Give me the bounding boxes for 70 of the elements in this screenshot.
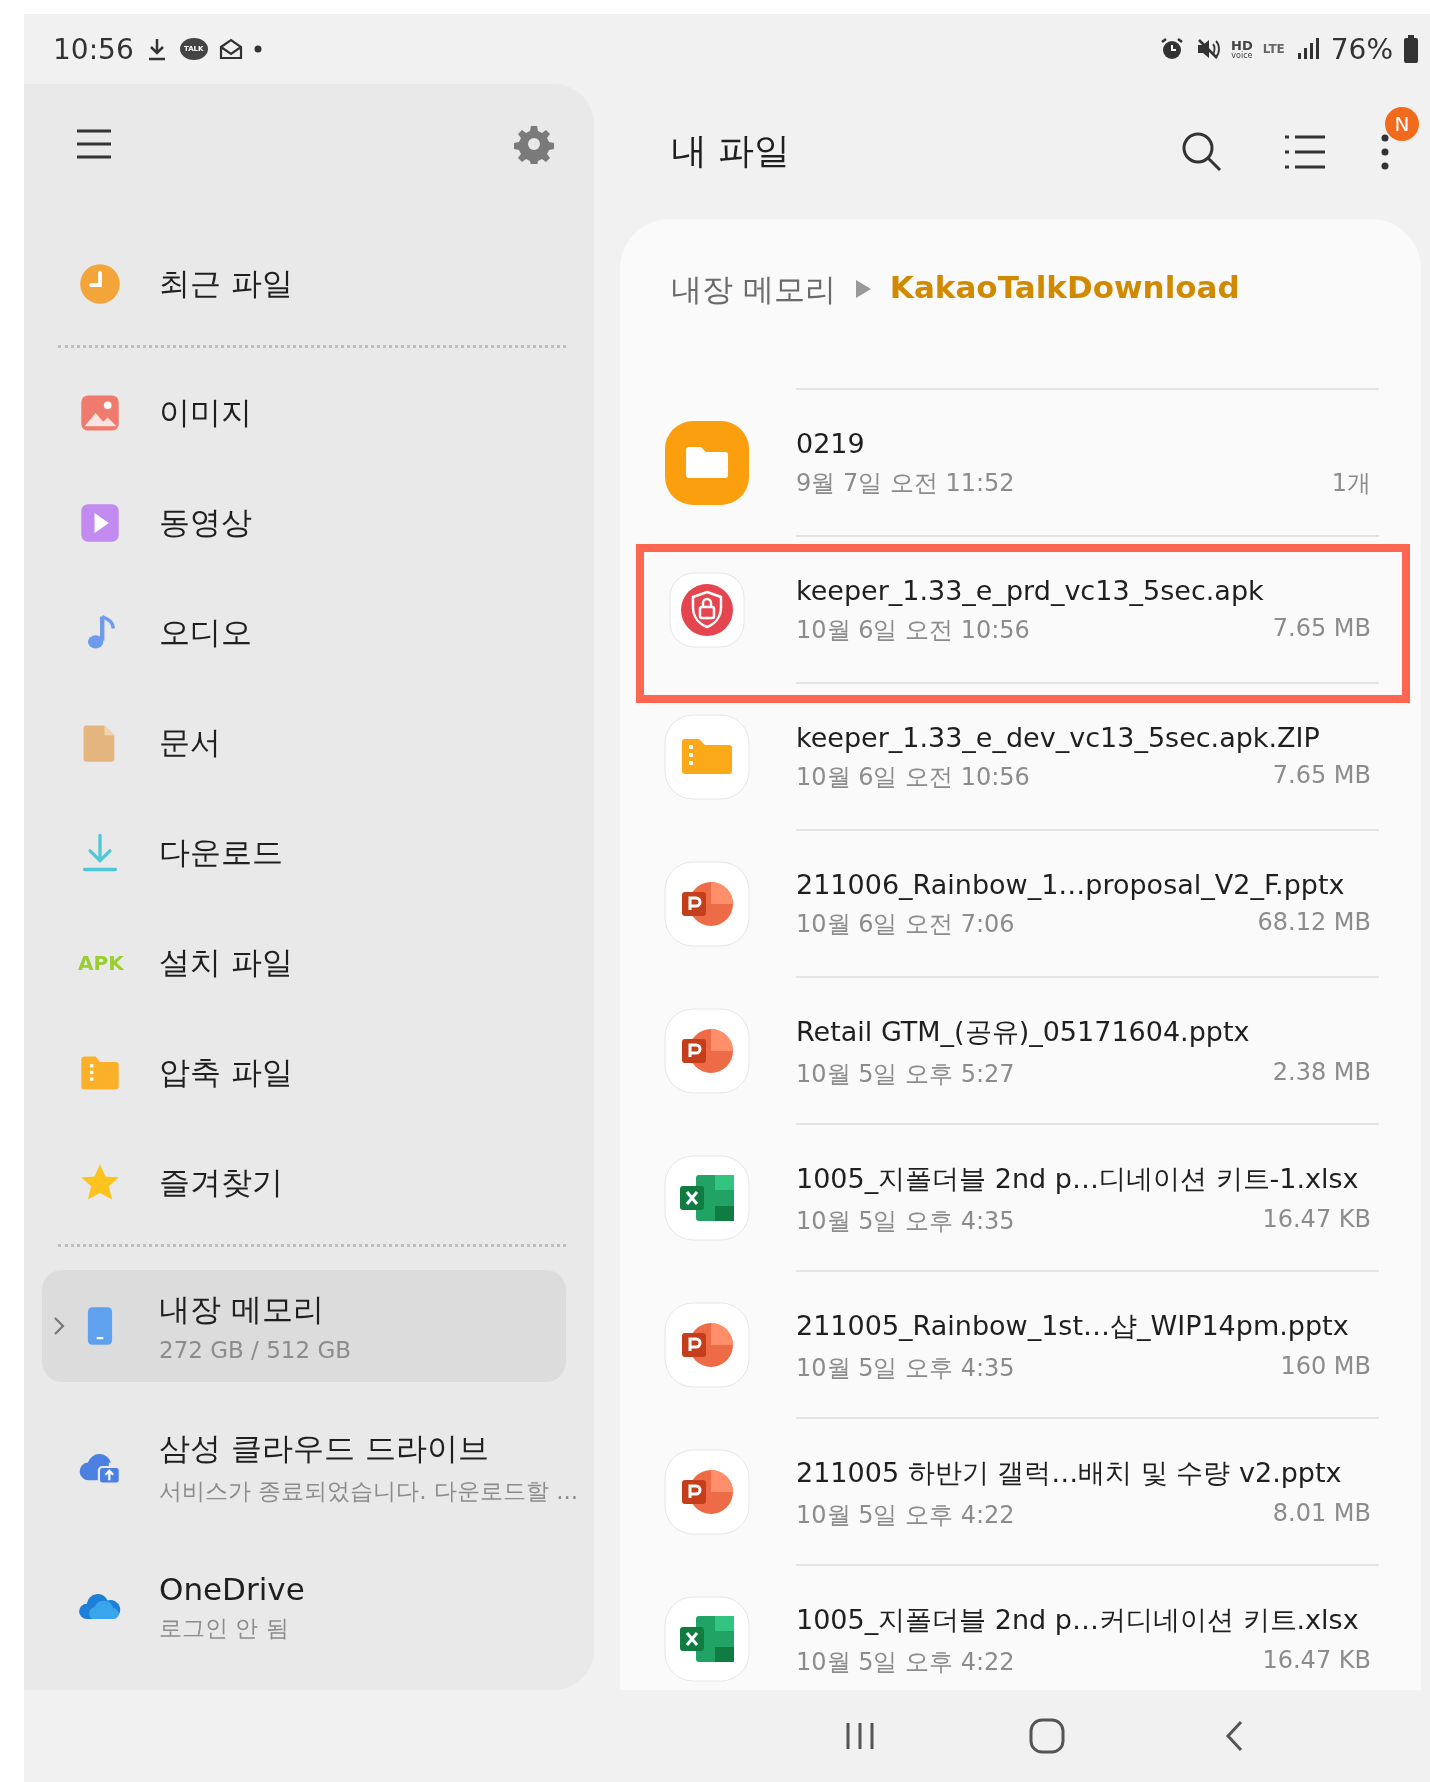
network-type: LTE xyxy=(1262,42,1285,56)
breadcrumb-arrow-icon xyxy=(853,279,872,299)
file-date: 10월 6일 오전 10:56 xyxy=(796,762,1030,793)
home-icon[interactable] xyxy=(1028,1717,1066,1755)
spreadsheet-icon xyxy=(664,1154,750,1241)
clock-icon xyxy=(78,262,122,306)
presentation-icon xyxy=(664,1301,750,1388)
presentation-icon xyxy=(664,1007,750,1094)
file-date: 10월 5일 오후 5:27 xyxy=(796,1058,1015,1090)
dot-icon xyxy=(253,45,262,53)
file-size: 160 MB xyxy=(1280,1351,1371,1382)
file-size: 16.47 KB xyxy=(1262,1204,1371,1235)
file-date: 10월 6일 오전 7:06 xyxy=(796,909,1015,940)
file-date: 10월 5일 오후 4:22 xyxy=(796,1499,1015,1531)
file-name[interactable]: 211006_Rainbow_1…proposal_V2_F.pptx xyxy=(796,869,1379,900)
file-name[interactable]: 1005_지폴더블 2nd p…디네이션 키트-1.xlsx xyxy=(796,1160,1379,1197)
drawer-item[interactable]: APK 설치 파일 xyxy=(24,908,594,1018)
mail-icon xyxy=(217,36,244,62)
breadcrumb-item[interactable]: 내장 메모리 xyxy=(671,269,836,311)
presentation-icon xyxy=(664,860,750,947)
file-name[interactable]: Retail GTM_(공유)_05171604.pptx xyxy=(796,1013,1379,1050)
file-size: 1개 xyxy=(1331,468,1371,499)
drawer-item[interactable]: 즐겨찾기 xyxy=(24,1128,594,1238)
hd-voice-icon: HD voice xyxy=(1231,38,1253,60)
drawer-item[interactable]: 오디오 xyxy=(24,578,594,688)
file-date: 9월 7일 오전 11:52 xyxy=(796,468,1015,499)
file-date: 10월 5일 오후 4:22 xyxy=(796,1646,1015,1678)
file-name[interactable]: keeper_1.33_e_dev_vc13_5sec.apk.ZIP xyxy=(796,722,1379,753)
page-title: 내 파일 xyxy=(671,129,792,173)
battery-icon xyxy=(1403,35,1419,63)
storage-title: 삼성 클라우드 드라이브 xyxy=(159,1428,490,1468)
drawer-item[interactable]: 최근 파일 xyxy=(24,229,594,339)
battery-percent: 76% xyxy=(1330,32,1393,66)
file-date: 10월 5일 오후 4:35 xyxy=(796,1352,1015,1384)
file-name[interactable]: 1005_지폴더블 2nd p…커디네이션 키트.xlsx xyxy=(796,1601,1379,1638)
file-size: 8.01 MB xyxy=(1272,1498,1371,1529)
file-name[interactable]: 0219 xyxy=(796,428,1379,459)
drawer-item[interactable]: 다운로드 xyxy=(24,798,594,908)
file-date: 10월 6일 오전 10:56 xyxy=(796,615,1030,646)
storage-subtitle: 서비스가 종료되었습니다. 다운로드할 ... xyxy=(159,1476,579,1506)
file-size: 2.38 MB xyxy=(1272,1057,1371,1088)
storage-item[interactable]: OneDrive 로그인 안 됨 xyxy=(24,1537,566,1677)
apk-icon: APK xyxy=(78,951,122,975)
storage-title: 내장 메모리 xyxy=(159,1290,325,1329)
file-size: 7.65 MB xyxy=(1272,614,1371,644)
spreadsheet-icon xyxy=(664,1595,750,1682)
zip-folder-icon xyxy=(664,713,750,800)
drawer-item[interactable]: 동영상 xyxy=(24,468,594,578)
notification-badge: N xyxy=(1385,106,1419,141)
status-time: 10:56 xyxy=(53,32,134,66)
file-name[interactable]: 211005 하반기 갤럭…배치 및 수량 v2.pptx xyxy=(796,1454,1379,1491)
storage-subtitle: 272 GB / 512 GB xyxy=(159,1337,351,1363)
file-date: 10월 5일 오후 4:35 xyxy=(796,1205,1015,1237)
drawer-item[interactable]: 압축 파일 xyxy=(24,1018,594,1128)
folder-icon xyxy=(664,419,750,506)
storage-title: OneDrive xyxy=(159,1570,305,1607)
play-icon xyxy=(78,501,122,545)
drawer-item[interactable]: 문서 xyxy=(24,688,594,798)
drawer-item[interactable]: 이미지 xyxy=(24,358,594,468)
file-size: 7.65 MB xyxy=(1272,761,1371,791)
file-name[interactable]: keeper_1.33_e_prd_vc13_5sec.apk xyxy=(796,575,1379,606)
file-size: 16.47 KB xyxy=(1262,1645,1371,1676)
presentation-icon xyxy=(664,1448,750,1535)
back-icon[interactable] xyxy=(1223,1719,1245,1753)
storage-subtitle: 로그인 안 됨 xyxy=(159,1613,290,1643)
storage-item[interactable]: 내장 메모리 272 GB / 512 GB xyxy=(42,1270,566,1382)
menu-icon[interactable] xyxy=(74,127,114,161)
settings-icon[interactable] xyxy=(514,124,554,164)
file-size: 68.12 MB xyxy=(1257,908,1371,938)
file-name[interactable]: 211005_Rainbow_1st…샵_WIP14pm.pptx xyxy=(796,1307,1379,1344)
